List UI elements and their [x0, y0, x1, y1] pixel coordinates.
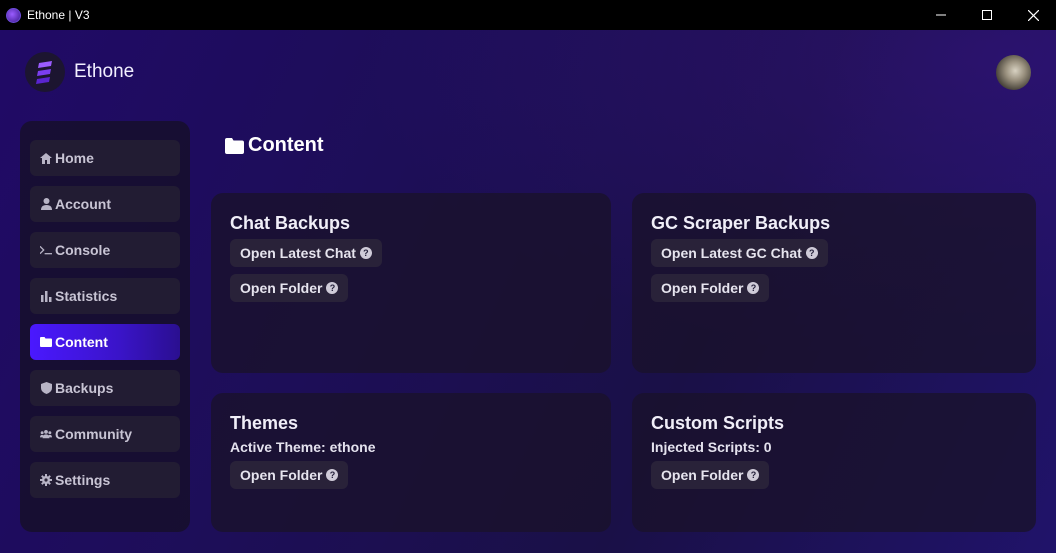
minimize-icon — [936, 14, 946, 16]
sidebar-item-label: Home — [55, 150, 94, 166]
gear-icon — [40, 474, 52, 486]
close-button[interactable] — [1010, 0, 1056, 30]
button-label: Open Latest Chat — [240, 245, 356, 261]
card-title: Chat Backups — [230, 213, 351, 233]
users-icon — [40, 428, 52, 440]
brand[interactable]: Ethone — [25, 52, 134, 92]
button-label: Open Folder — [240, 280, 323, 296]
card-title: Themes — [230, 413, 299, 433]
button-label: Open Folder — [661, 467, 744, 483]
home-icon — [40, 152, 52, 164]
sidebar-item-home[interactable]: Home — [30, 140, 180, 176]
minimize-button[interactable] — [918, 0, 964, 30]
window-title: Ethone | V3 — [27, 8, 90, 22]
sidebar-item-settings[interactable]: Settings — [30, 462, 180, 498]
active-theme-text: Active Theme: ethone — [230, 439, 376, 455]
page-title: Content — [225, 134, 324, 157]
sidebar-item-content[interactable]: Content — [30, 324, 180, 360]
folder-icon — [40, 336, 52, 348]
help-icon[interactable]: ? — [747, 282, 760, 294]
ethone-logo-icon — [25, 52, 65, 92]
maximize-button[interactable] — [964, 0, 1010, 30]
sidebar-item-statistics[interactable]: Statistics — [30, 278, 180, 314]
sidebar-item-account[interactable]: Account — [30, 186, 180, 222]
window-titlebar: Ethone | V3 — [0, 0, 1056, 30]
terminal-icon — [40, 244, 52, 256]
shield-icon — [40, 382, 52, 394]
card-title: GC Scraper Backups — [651, 213, 831, 233]
sidebar-item-label: Settings — [55, 472, 111, 488]
avatar[interactable] — [996, 55, 1031, 90]
card-title: Custom Scripts — [651, 413, 785, 433]
open-folder-button[interactable]: Open Folder ? — [230, 461, 349, 489]
open-folder-button[interactable]: Open Folder ? — [651, 461, 770, 489]
injected-scripts-text: Injected Scripts: 0 — [651, 439, 772, 455]
maximize-icon — [982, 10, 992, 20]
open-latest-chat-button[interactable]: Open Latest Chat ? — [230, 239, 382, 267]
sidebar-item-label: Statistics — [55, 288, 118, 304]
open-folder-button[interactable]: Open Folder ? — [651, 274, 770, 302]
sidebar-item-community[interactable]: Community — [30, 416, 180, 452]
user-icon — [40, 198, 52, 210]
themes-card: Themes Active Theme: ethone Open Folder … — [211, 393, 611, 532]
help-icon[interactable]: ? — [359, 247, 372, 259]
help-icon[interactable]: ? — [326, 469, 339, 481]
gc-scraper-backups-card: GC Scraper Backups Open Latest GC Chat ?… — [632, 193, 1036, 373]
window-controls — [918, 0, 1056, 30]
sidebar-item-label: Console — [55, 242, 111, 258]
custom-scripts-card: Custom Scripts Injected Scripts: 0 Open … — [632, 393, 1036, 532]
sidebar-item-label: Account — [55, 196, 111, 212]
sidebar: Home Account Console Statistics Content … — [20, 121, 190, 532]
page-title-text: Content — [248, 134, 324, 156]
sidebar-item-label: Backups — [55, 380, 114, 396]
help-icon[interactable]: ? — [747, 469, 760, 481]
sidebar-item-backups[interactable]: Backups — [30, 370, 180, 406]
help-icon[interactable]: ? — [805, 247, 818, 259]
open-latest-gc-chat-button[interactable]: Open Latest GC Chat ? — [651, 239, 828, 267]
sidebar-item-label: Content — [55, 334, 108, 350]
app-icon — [6, 7, 21, 23]
button-label: Open Folder — [240, 467, 323, 483]
open-folder-button[interactable]: Open Folder ? — [230, 274, 349, 302]
button-label: Open Latest GC Chat — [661, 245, 802, 261]
bar-chart-icon — [40, 290, 52, 302]
folder-icon — [225, 137, 244, 154]
app-window: Ethone Home Account Console Statistics C… — [0, 30, 1056, 553]
brand-name: Ethone — [74, 61, 135, 82]
button-label: Open Folder — [661, 280, 744, 296]
sidebar-item-console[interactable]: Console — [30, 232, 180, 268]
close-icon — [1027, 9, 1039, 21]
sidebar-item-label: Community — [55, 426, 132, 442]
help-icon[interactable]: ? — [326, 282, 339, 294]
chat-backups-card: Chat Backups Open Latest Chat ? Open Fol… — [211, 193, 611, 373]
